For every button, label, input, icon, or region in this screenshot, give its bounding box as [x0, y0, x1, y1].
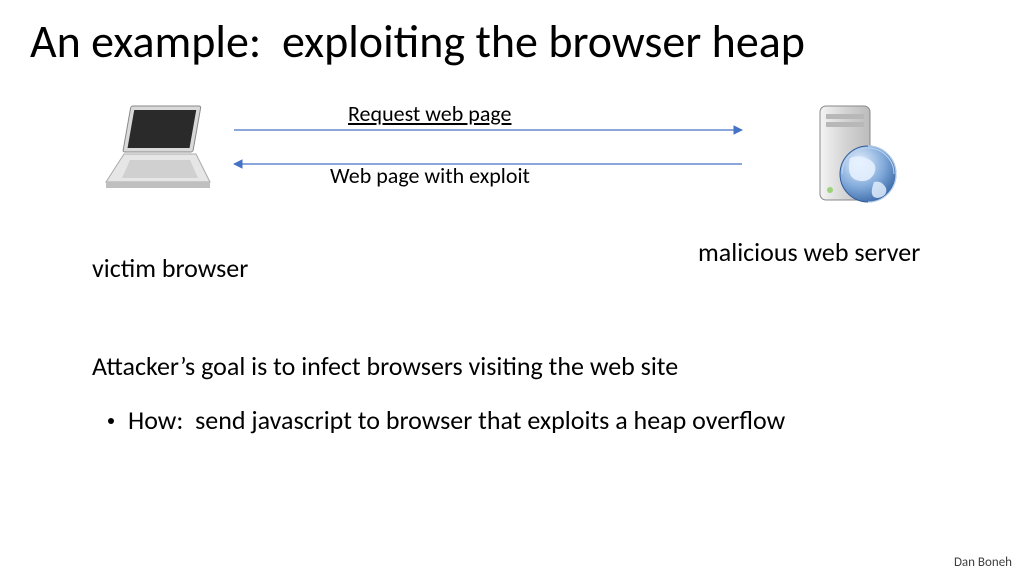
body-line-1: Attacker’s goal is to infect browsers vi…	[92, 350, 678, 382]
victim-caption: victim browser	[92, 252, 248, 284]
server-caption: malicious web server	[698, 236, 920, 268]
bullet-1: How: send javascript to browser that exp…	[108, 404, 785, 436]
request-label: Request web page	[348, 100, 512, 127]
slide-title: An example: exploiting the browser heap	[30, 14, 805, 70]
laptop-icon	[100, 100, 220, 200]
server-icon	[790, 102, 910, 212]
response-label: Web page with exploit	[330, 162, 530, 189]
footer-author: Dan Boneh	[954, 555, 1012, 570]
bullet-dot-icon	[108, 418, 114, 424]
bullet-1-text: How: send javascript to browser that exp…	[128, 404, 785, 436]
